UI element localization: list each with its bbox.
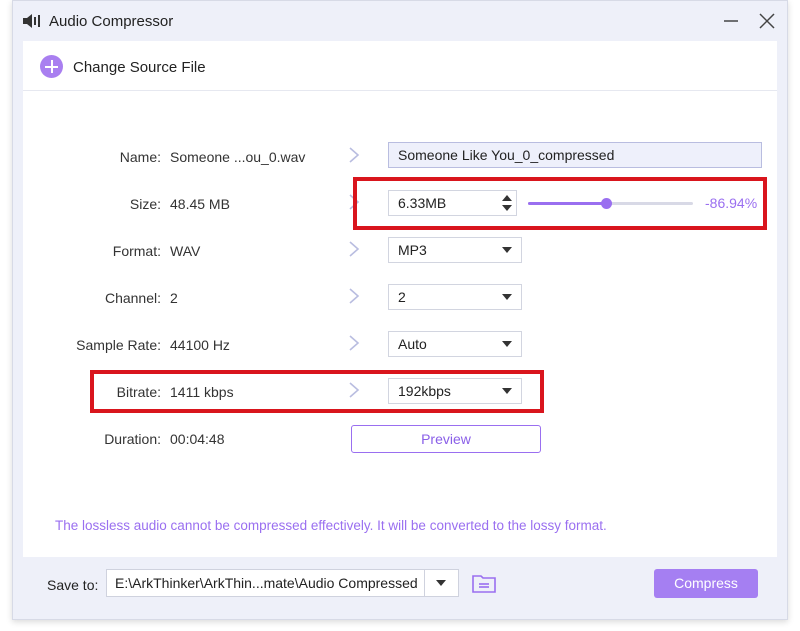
folder-icon[interactable] xyxy=(472,573,496,593)
chevron-right-icon xyxy=(349,147,360,163)
preview-button[interactable]: Preview xyxy=(351,425,541,453)
source-size-value: 48.45 MB xyxy=(170,196,230,212)
audio-compressor-window: Audio Compressor Change Source File Name… xyxy=(12,0,788,620)
source-channel-value: 2 xyxy=(170,290,178,306)
dropdown-caret-icon xyxy=(502,247,512,253)
channel-selected-text: 2 xyxy=(398,289,406,305)
dropdown-caret-icon xyxy=(436,580,446,586)
channel-select[interactable]: 2 xyxy=(388,284,522,310)
compress-button[interactable]: Compress xyxy=(654,569,758,598)
plus-circle-icon[interactable] xyxy=(40,55,63,78)
sample-rate-select[interactable]: Auto xyxy=(388,331,522,357)
main-panel: Change Source File Name: Someone ...ou_0… xyxy=(23,41,777,557)
format-select[interactable]: MP3 xyxy=(388,237,522,263)
size-highlight-box xyxy=(353,177,767,230)
duration-label: Duration: xyxy=(104,431,161,447)
source-name-value: Someone ...ou_0.wav xyxy=(170,149,306,165)
format-selected-text: MP3 xyxy=(398,242,427,258)
lossless-notice: The lossless audio cannot be compressed … xyxy=(55,518,607,533)
dropdown-caret-icon xyxy=(502,294,512,300)
change-source-file-button[interactable]: Change Source File xyxy=(73,59,206,76)
save-to-label: Save to: xyxy=(47,577,99,593)
sample-rate-selected-text: Auto xyxy=(398,336,427,352)
output-name-text: Someone Like You_0_compressed xyxy=(398,147,615,163)
close-icon[interactable] xyxy=(757,11,777,31)
source-sample-rate-value: 44100 Hz xyxy=(170,337,230,353)
output-name-input[interactable]: Someone Like You_0_compressed xyxy=(388,142,762,168)
save-path-dropdown-button[interactable] xyxy=(424,570,458,596)
title-bar: Audio Compressor xyxy=(13,1,787,41)
footer-bar: Save to: E:\ArkThinker\ArkThin...mate\Au… xyxy=(13,557,787,621)
save-path-select[interactable]: E:\ArkThinker\ArkThin...mate\Audio Compr… xyxy=(106,569,459,597)
source-duration-value: 00:04:48 xyxy=(170,431,225,447)
channel-label: Channel: xyxy=(104,290,161,306)
source-format-value: WAV xyxy=(170,243,201,259)
chevron-right-icon xyxy=(349,335,360,351)
chevron-right-icon xyxy=(349,241,360,257)
chevron-right-icon xyxy=(349,288,360,304)
speaker-icon xyxy=(23,14,40,28)
format-label: Format: xyxy=(112,243,161,259)
bitrate-highlight-box xyxy=(90,370,544,413)
dropdown-caret-icon xyxy=(502,341,512,347)
source-toolbar: Change Source File xyxy=(23,41,777,91)
name-label: Name: xyxy=(119,149,161,165)
size-label: Size: xyxy=(129,196,161,212)
minimize-icon[interactable] xyxy=(721,11,741,31)
save-path-text: E:\ArkThinker\ArkThin...mate\Audio Compr… xyxy=(115,575,418,591)
sample-rate-label: Sample Rate: xyxy=(76,337,161,353)
window-title: Audio Compressor xyxy=(49,13,174,30)
